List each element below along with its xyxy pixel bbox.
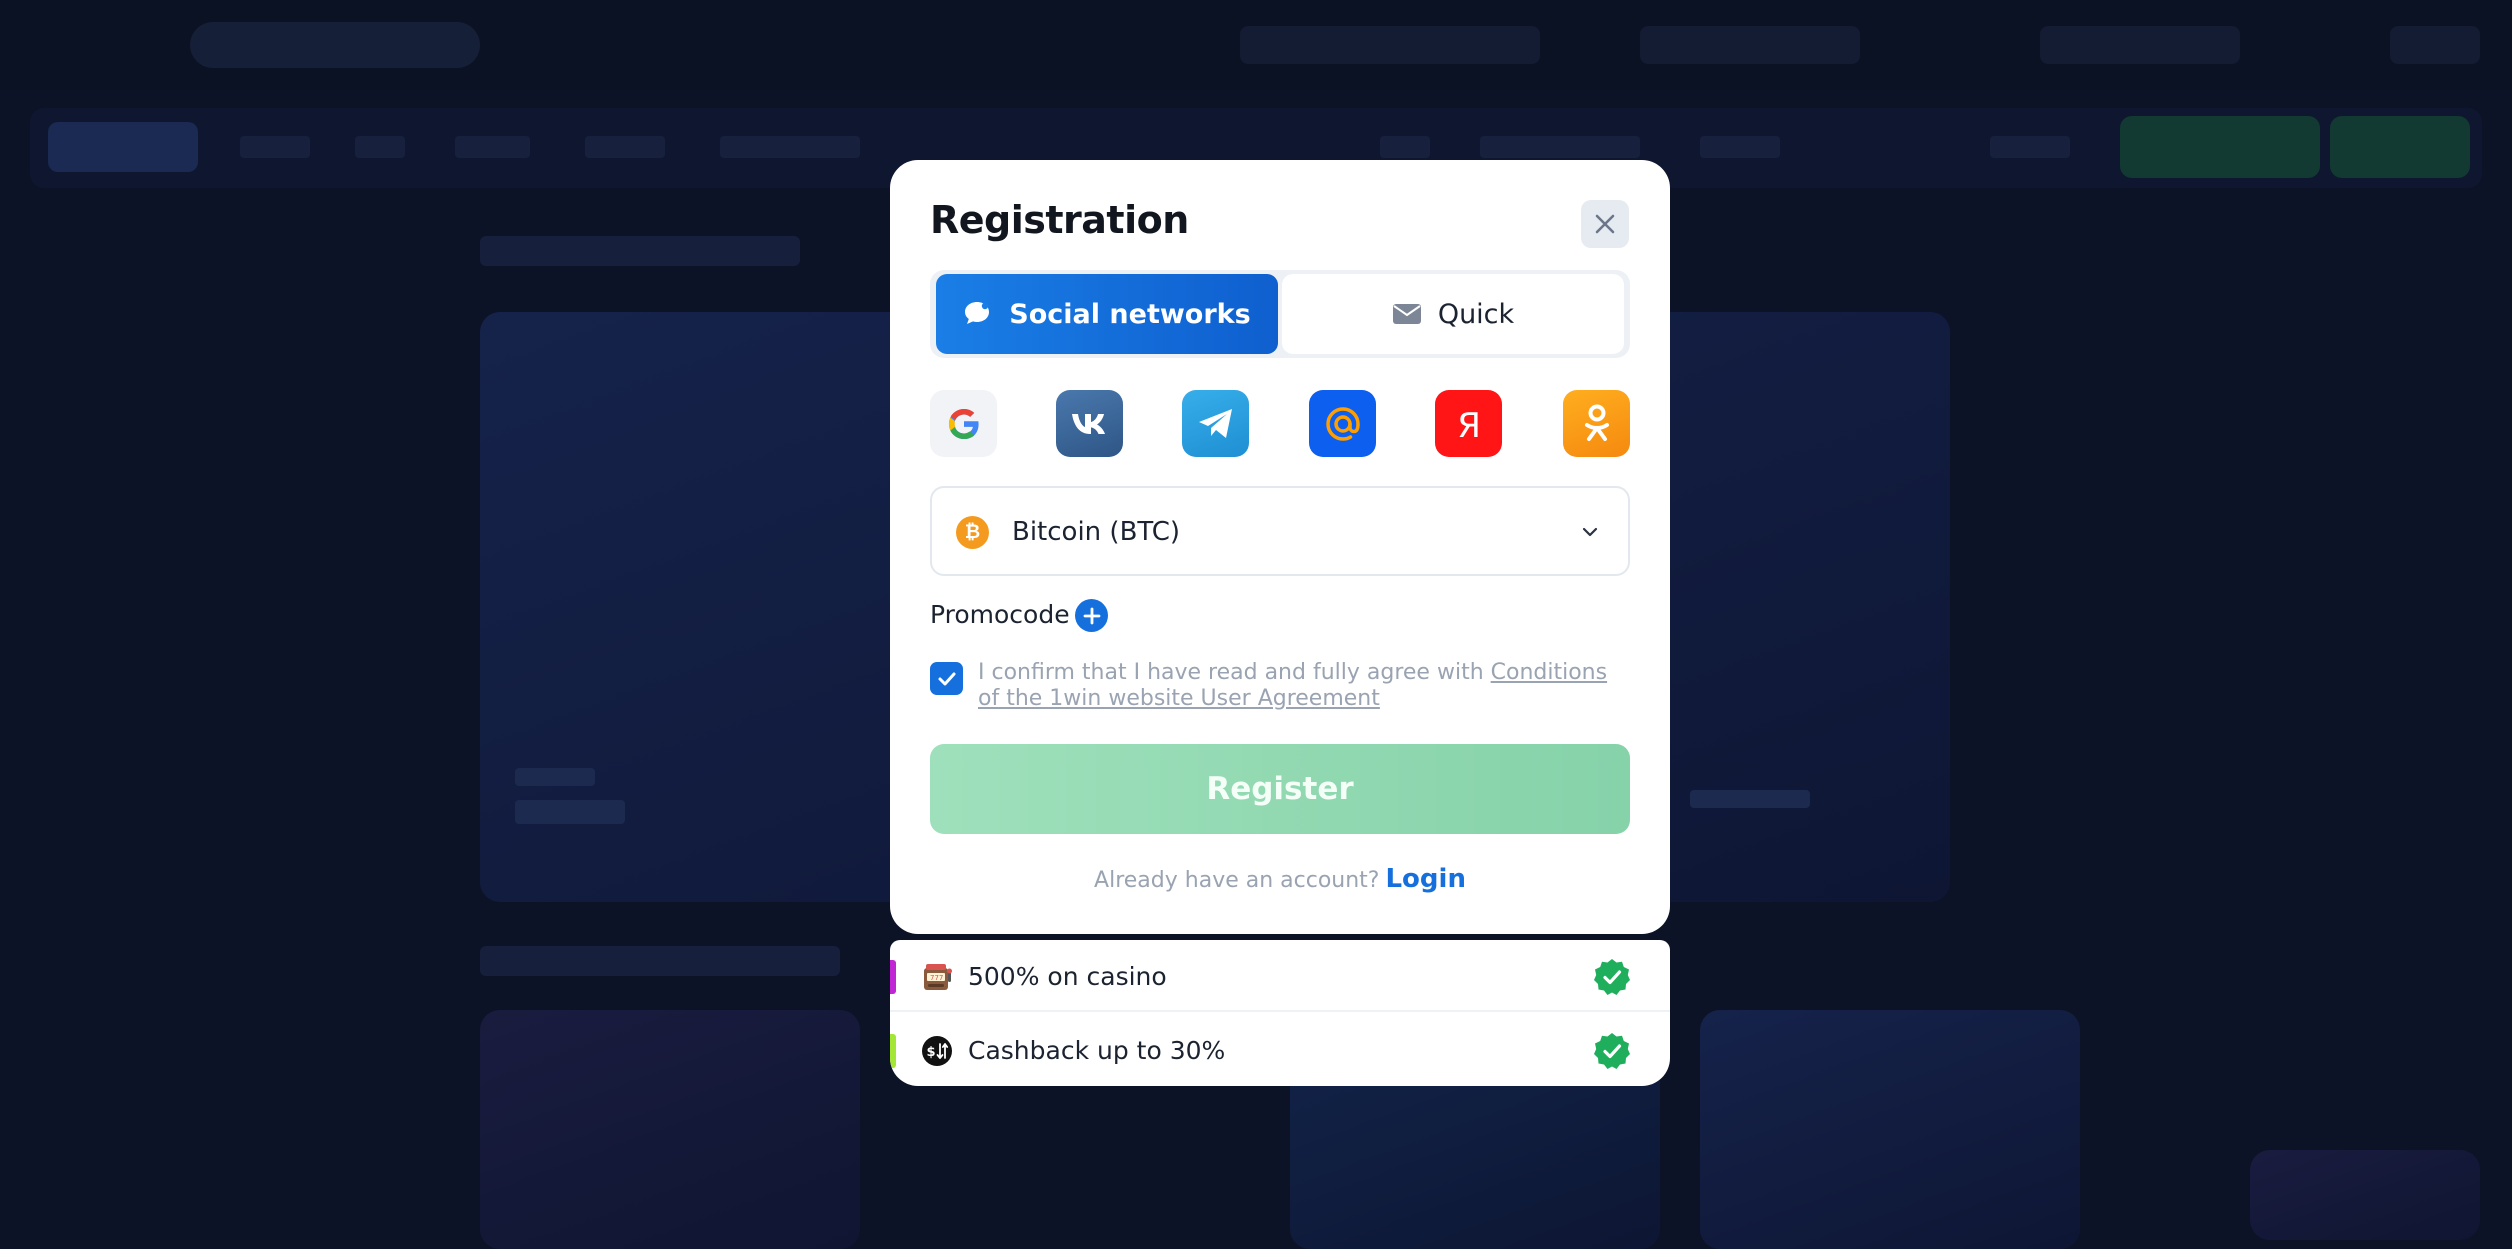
social-login-row: Я [930, 390, 1630, 458]
slot-machine-icon: 777 [924, 964, 952, 990]
background-nav-item [1990, 136, 2070, 158]
background-nav-item [585, 136, 665, 158]
close-button[interactable] [1581, 200, 1629, 248]
background-topbar-block [1640, 26, 1860, 64]
at-sign-icon [1325, 406, 1360, 441]
currency-select[interactable]: ₿ Bitcoin (BTC) [930, 486, 1630, 576]
background-button [2330, 116, 2470, 178]
background-game-card [480, 1010, 860, 1249]
telegram-icon [1198, 408, 1232, 438]
background-nav-item [1380, 136, 1430, 158]
checkmark-icon [938, 672, 955, 685]
agreement-statement: I confirm that I have read and fully agr… [978, 660, 1491, 685]
google-icon [948, 408, 980, 439]
background-nav-item [1480, 136, 1640, 158]
bonus-label: 500% on casino [968, 962, 1167, 991]
background-button [2120, 116, 2320, 178]
tab-quick[interactable]: Quick [1282, 274, 1624, 354]
cashback-icon: $ [922, 1036, 952, 1066]
bonus-accent-bar [890, 1034, 896, 1068]
tab-quick-label: Quick [1437, 298, 1515, 330]
vk-login-button[interactable] [1056, 390, 1123, 457]
bonus-item: 777 500% on casino [890, 940, 1670, 1012]
background-nav-item [355, 136, 405, 158]
add-promocode-button[interactable] [1075, 599, 1108, 632]
bitcoin-icon: ₿ [956, 516, 989, 549]
bonus-label: Cashback up to 30% [968, 1036, 1226, 1065]
login-prompt-text: Already have an account? [1094, 868, 1380, 893]
background-text [515, 768, 595, 786]
background-topbar-block [2390, 26, 2480, 64]
tab-social-networks-label: Social networks [1009, 298, 1251, 330]
tab-social-networks[interactable]: Social networks [936, 274, 1278, 354]
background-topbar-block [1240, 26, 1540, 64]
background-heading [480, 946, 840, 976]
close-icon [1595, 214, 1615, 234]
chat-bubble-icon [965, 302, 990, 324]
background-topbar-block [2040, 26, 2240, 64]
envelope-icon [1392, 304, 1421, 324]
background-nav-item [720, 136, 860, 158]
odnoklassniki-icon [1584, 404, 1609, 441]
svg-text:Я: Я [1457, 406, 1481, 444]
plus-icon [1083, 607, 1100, 624]
background-nav-item [240, 136, 310, 158]
promocode-label: Promocode [930, 600, 1070, 629]
agreement-checkbox[interactable] [930, 662, 963, 695]
registration-tabs: Social networks Quick [930, 270, 1630, 358]
bonus-panel: 777 500% on casino $ Cashback up to 30% [890, 940, 1670, 1086]
svg-text:$: $ [926, 1045, 935, 1060]
login-link[interactable]: Login [1385, 864, 1465, 894]
background-chat-widget [2250, 1150, 2480, 1240]
bonus-item: $ Cashback up to 30% [890, 1014, 1670, 1086]
background-text [515, 800, 625, 824]
bonus-accent-bar [890, 960, 896, 994]
background-nav-item [1700, 136, 1780, 158]
agreement-text: I confirm that I have read and fully agr… [978, 660, 1628, 712]
mail-ru-login-button[interactable] [1309, 390, 1376, 457]
chevron-down-icon [1582, 527, 1598, 537]
registration-modal: Registration Social networks Quick Я ₿ B… [890, 160, 1670, 934]
odnoklassniki-login-button[interactable] [1563, 390, 1630, 457]
google-login-button[interactable] [930, 390, 997, 457]
svg-text:777: 777 [930, 974, 943, 982]
background-logo [48, 122, 198, 172]
background-text [1690, 790, 1810, 808]
login-prompt-row: Already have an account? Login [890, 864, 1670, 894]
background-game-card [1700, 1010, 2080, 1249]
background-search-pill [190, 22, 480, 68]
background-heading [480, 236, 800, 266]
vk-icon [1071, 413, 1105, 434]
verified-badge-icon [1594, 1033, 1630, 1069]
currency-selected-value: Bitcoin (BTC) [1012, 517, 1181, 547]
register-button[interactable]: Register [930, 744, 1630, 834]
background-nav-item [455, 136, 530, 158]
verified-badge-icon [1594, 959, 1630, 995]
modal-title: Registration [930, 198, 1189, 242]
telegram-login-button[interactable] [1182, 390, 1249, 457]
yandex-login-button[interactable]: Я [1435, 390, 1502, 457]
yandex-icon: Я [1457, 406, 1481, 444]
